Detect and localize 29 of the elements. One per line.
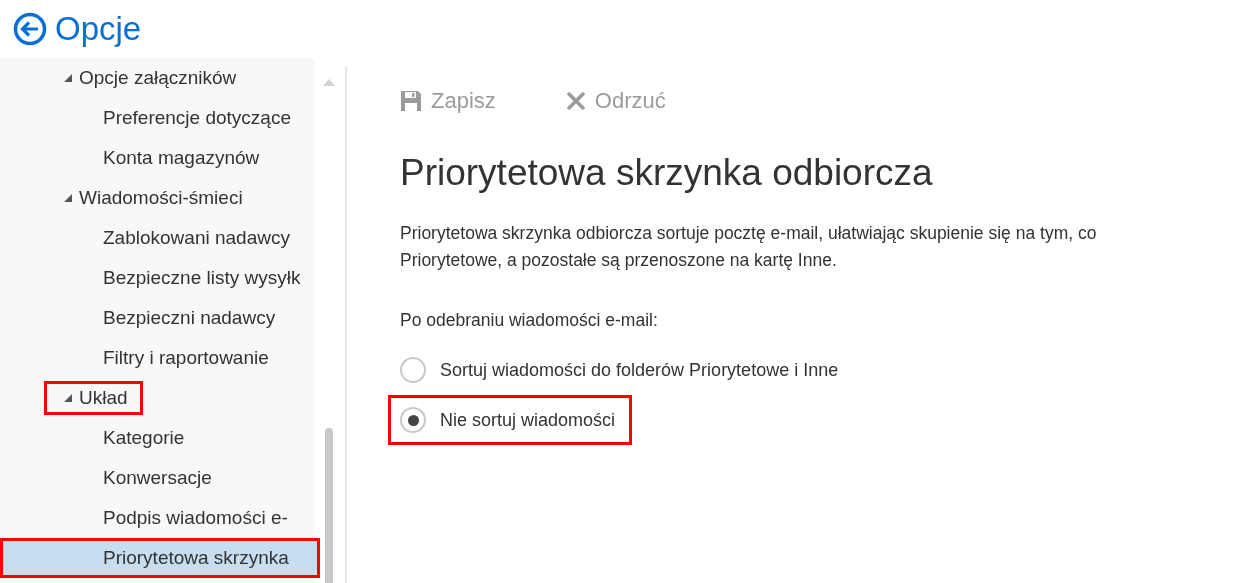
scrollbar-thumb[interactable] — [325, 428, 333, 583]
sidebar-item[interactable]: Konwersacje — [0, 458, 320, 498]
sidebar-item[interactable]: Preferencje dotyczące — [0, 98, 320, 138]
radio-button[interactable] — [400, 407, 426, 433]
expand-icon — [63, 193, 73, 203]
sidebar-item[interactable]: Filtry i raportowanie — [0, 338, 320, 378]
radio-option[interactable]: Nie sortuj wiadomości — [388, 395, 633, 445]
sidebar-group[interactable]: Wiadomości-śmieci — [44, 181, 258, 215]
radio-button[interactable] — [400, 357, 426, 383]
sidebar-group[interactable]: Układ — [44, 381, 143, 415]
description-text: Priorytetowa skrzynka odbiorcza sortuje pocztę e-mail, ułatwiając skupienie się na tym, co — [400, 222, 1098, 245]
sidebar-item[interactable]: Podpis wiadomości e- — [0, 498, 320, 538]
sidebar-item[interactable]: Bezpieczni nadawcy — [0, 298, 320, 338]
sidebar-item[interactable]: Kategorie — [0, 418, 320, 458]
sidebar-item[interactable]: Konta magazynów — [0, 138, 320, 178]
sidebar-item[interactable]: Priorytetowa skrzynka — [0, 538, 320, 578]
radio-option[interactable]: Sortuj wiadomości do folderów Priorytetowe i Inne — [388, 345, 856, 395]
option-prompt: Po odebraniu wiadomości e-mail: — [400, 310, 659, 331]
expand-icon — [63, 393, 73, 403]
close-icon — [565, 91, 586, 111]
section-title: Priorytetowa skrzynka odbiorcza — [400, 152, 934, 194]
description-text: Priorytetowe, a pozostałe są przenoszone na kartę Inne. — [400, 249, 838, 272]
expand-icon — [63, 73, 73, 83]
sidebar-item[interactable]: Bezpieczne listy wysyłk — [0, 258, 320, 298]
scroll-up-icon[interactable] — [323, 78, 335, 86]
back-icon[interactable] — [13, 12, 47, 46]
sidebar-item[interactable]: Zablokowani nadawcy — [0, 218, 320, 258]
sidebar-group[interactable]: Opcje załączników — [44, 61, 252, 95]
page-title: Opcje — [55, 10, 142, 48]
